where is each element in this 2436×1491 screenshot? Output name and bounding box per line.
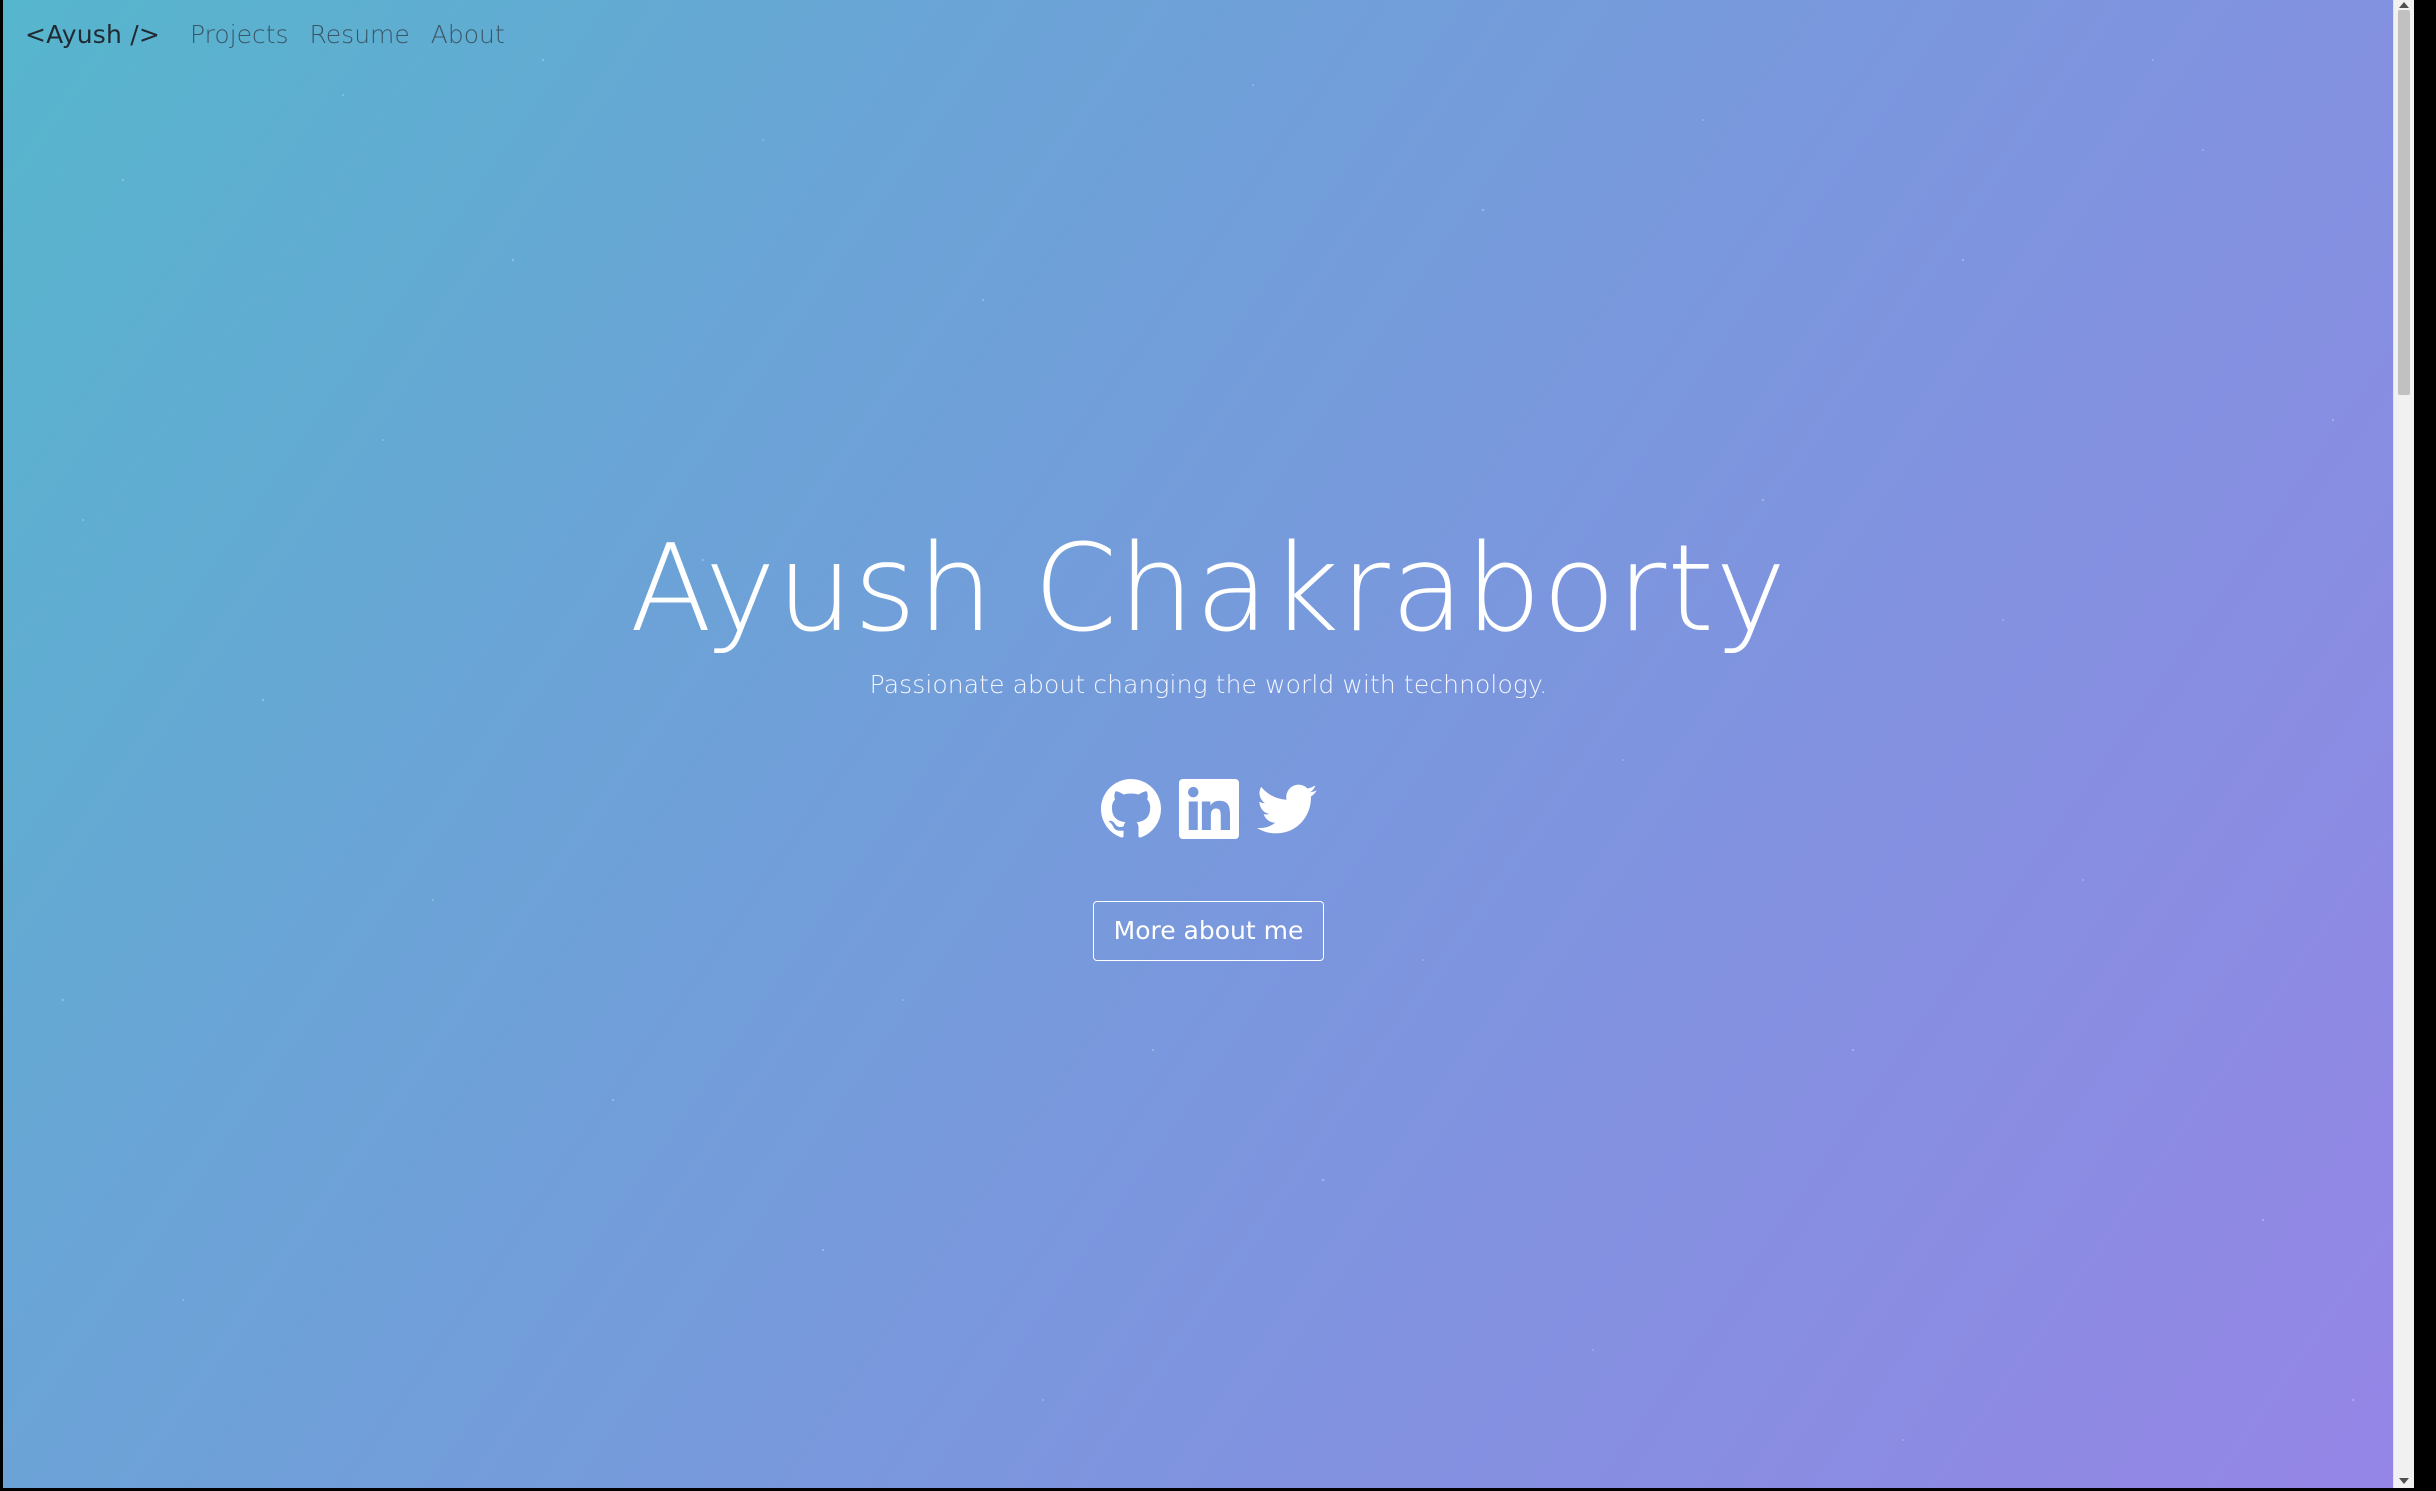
twitter-link[interactable]	[1256, 779, 1317, 839]
nav-link-resume[interactable]: Resume	[310, 20, 410, 49]
github-link[interactable]	[1100, 779, 1161, 839]
scrollbar-thumb[interactable]	[2398, 10, 2410, 395]
github-icon	[1100, 779, 1161, 838]
hero-section: Ayush Chakraborty Passionate about chang…	[3, 520, 2414, 961]
social-links	[3, 779, 2414, 839]
vertical-scrollbar[interactable]	[2393, 0, 2414, 1488]
hero-tagline: Passionate about changing the world with…	[869, 670, 1548, 699]
brand-logo-link[interactable]: <Ayush />	[25, 20, 160, 49]
nav-link-about[interactable]: About	[431, 20, 505, 49]
linkedin-icon	[1178, 779, 1239, 839]
linkedin-link[interactable]	[1178, 779, 1239, 839]
nav-link-projects[interactable]: Projects	[190, 20, 289, 49]
more-about-me-button[interactable]: More about me	[1092, 901, 1325, 961]
hero-title: Ayush Chakraborty	[629, 520, 1788, 659]
scroll-up-arrow-icon[interactable]	[2399, 2, 2409, 8]
page: <Ayush /> Projects Resume About Ayush Ch…	[3, 0, 2414, 1488]
twitter-icon	[1256, 784, 1317, 834]
top-navbar: <Ayush /> Projects Resume About	[25, 14, 526, 54]
scroll-down-arrow-icon[interactable]	[2399, 1478, 2409, 1484]
